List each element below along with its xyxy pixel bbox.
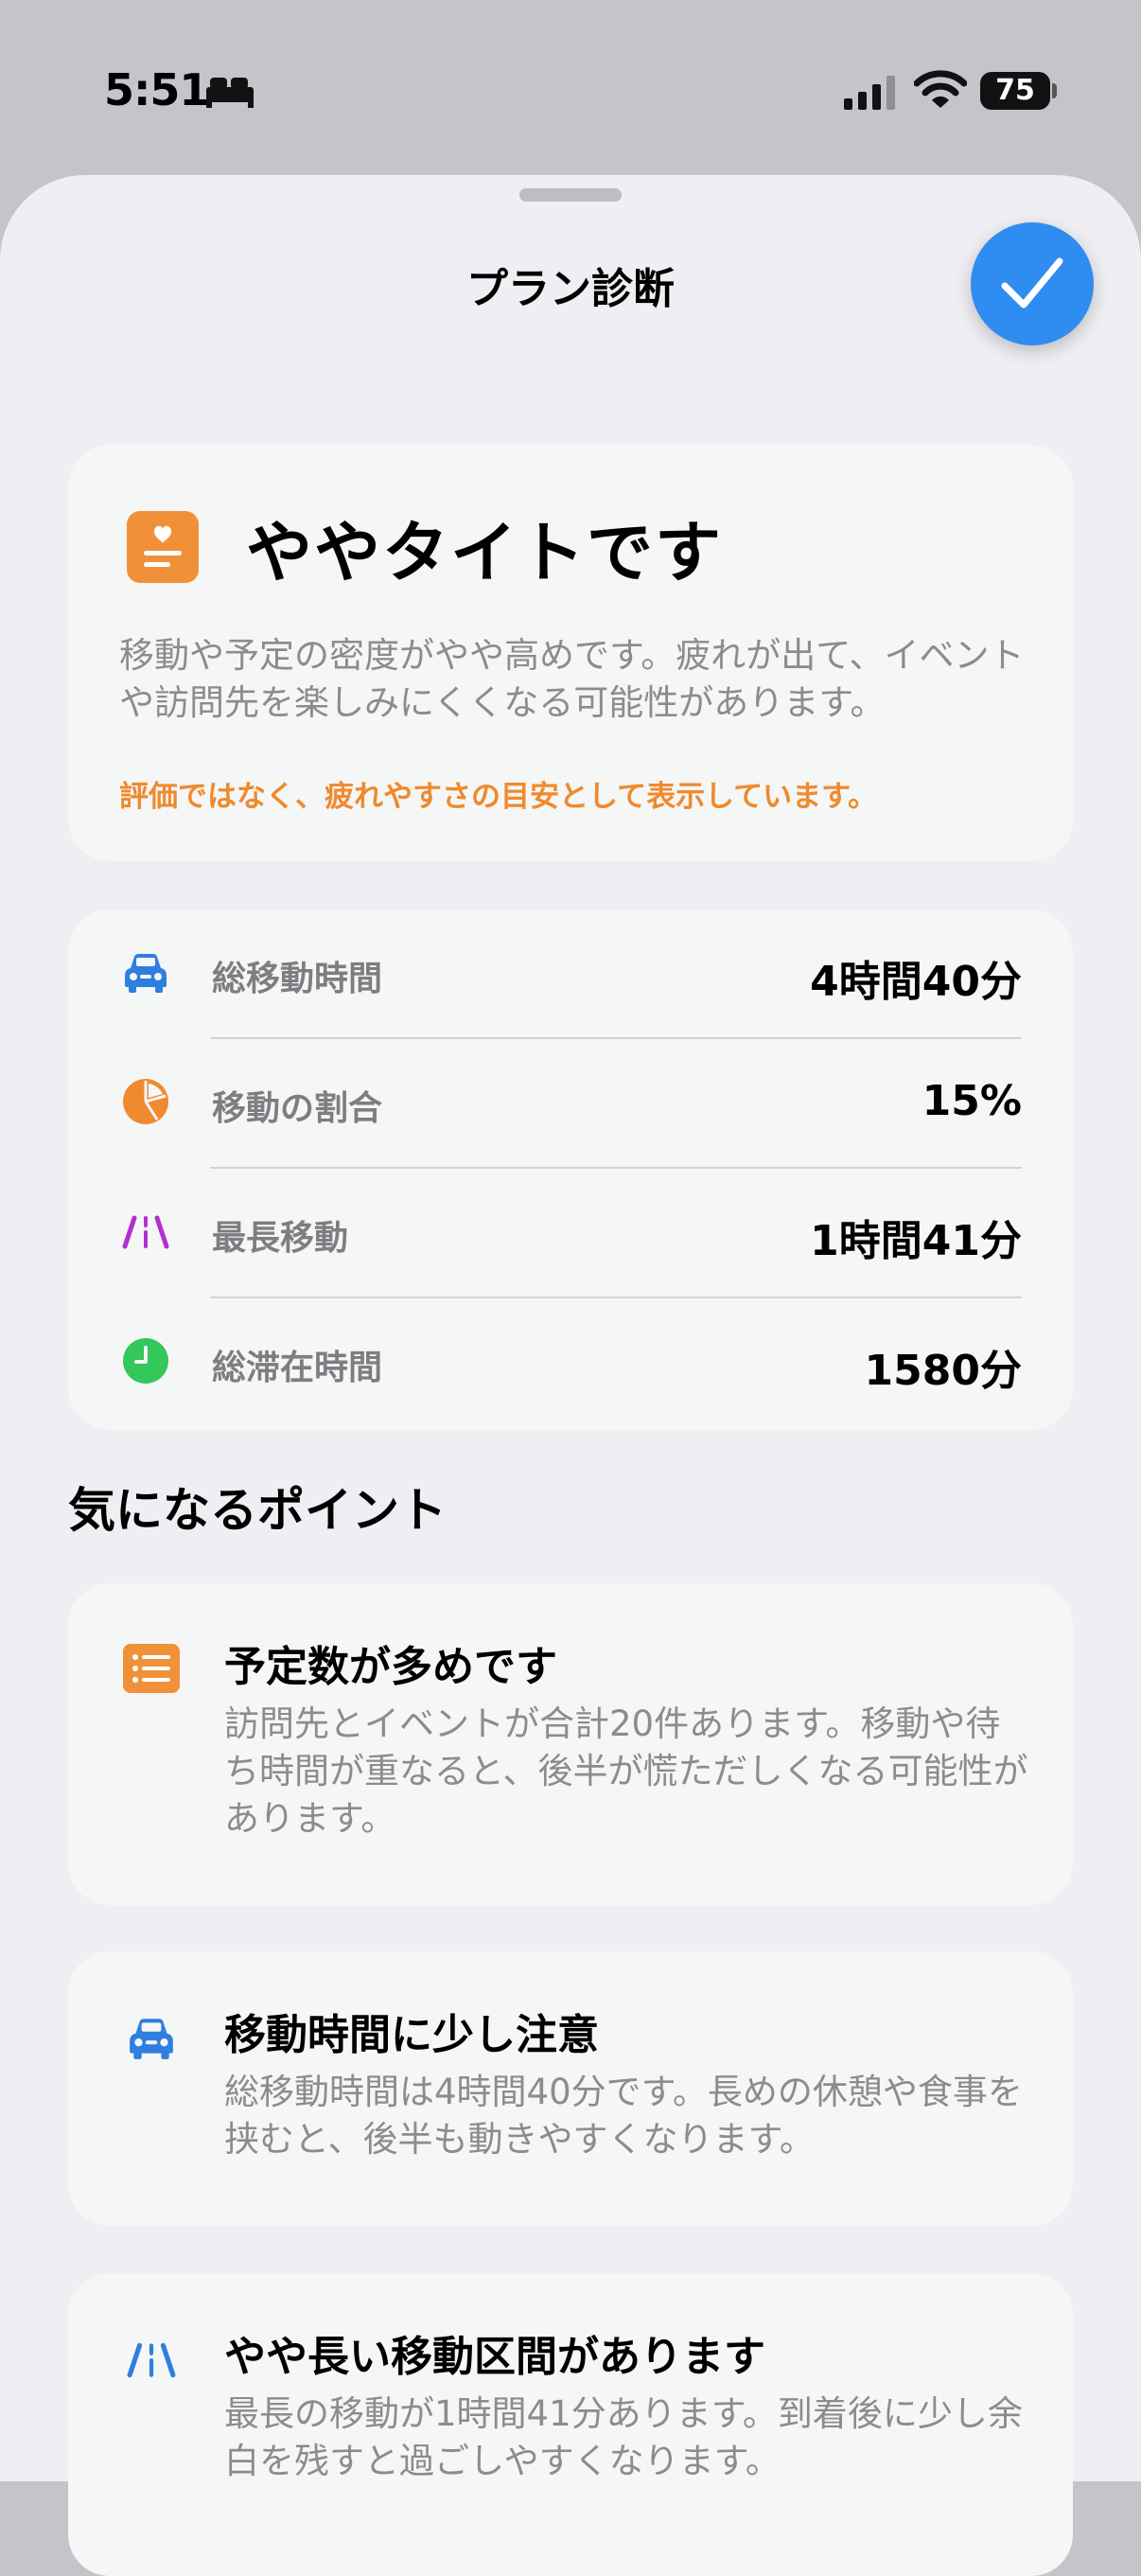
- point-title: 移動時間に少し注意: [224, 2011, 599, 2059]
- summary-title: ややタイトです: [246, 514, 723, 591]
- stats-card: 総移動時間 4時間40分 移動の割合 15% 最長移動 1時間41分 総滞在時間…: [68, 909, 1073, 1430]
- sheet-grabber[interactable]: [519, 188, 622, 202]
- road-icon: [127, 2342, 176, 2378]
- car-icon: [125, 954, 167, 993]
- stat-row-total-stay: 総滞在時間 1580分: [68, 1298, 1073, 1428]
- battery-cap: [1052, 83, 1057, 98]
- plan-diagnosis-sheet: プラン診断 ややタイトです 移動や予定の密度がやや高めです。疲れが出て、イベント…: [0, 175, 1141, 2576]
- point-card: やや長い移動区間があります 最長の移動が1時間41分あります。到着後に少し余白を…: [68, 2273, 1073, 2576]
- stat-label: 総移動時間: [212, 960, 383, 998]
- clock-icon: [123, 1338, 168, 1384]
- summary-description: 移動や予定の密度がやや高めです。疲れが出て、イベントや訪問先を楽しみにくくなる可…: [119, 635, 1025, 723]
- point-description: 総移動時間は4時間40分です。長めの休憩や食事を挟むと、後半も動きやすくなります…: [224, 2072, 1023, 2160]
- summary-note: 評価ではなく、疲れやすさの目安として表示しています。: [119, 780, 878, 814]
- summary-card: ややタイトです 移動や予定の密度がやや高めです。疲れが出て、イベントや訪問先を楽…: [68, 445, 1073, 861]
- wifi-icon: [914, 70, 967, 108]
- stat-label: 移動の割合: [212, 1089, 383, 1128]
- stat-row-travel-ratio: 移動の割合 15%: [68, 1039, 1073, 1169]
- stat-label: 総滞在時間: [212, 1349, 383, 1387]
- stat-value: 1580分: [864, 1347, 1022, 1395]
- point-card: 移動時間に少し注意 総移動時間は4時間40分です。長めの休憩や食事を挟むと、後半…: [68, 1951, 1073, 2226]
- status-bar: 5:51 75: [0, 0, 1141, 175]
- cellular-signal-icon: [844, 76, 895, 110]
- road-icon: [122, 1215, 169, 1249]
- status-time: 5:51: [104, 64, 209, 115]
- point-title: 予定数が多めです: [224, 1643, 557, 1691]
- point-description: 訪問先とイベントが合計20件あります。移動や待ち時間が重なると、後半が慌ただしく…: [224, 1703, 1028, 1839]
- point-title: やや長い移動区間があります: [224, 2333, 765, 2381]
- done-button[interactable]: [971, 222, 1094, 345]
- stat-value: 1時間41分: [810, 1217, 1022, 1265]
- battery-indicator: 75: [980, 72, 1050, 110]
- heart-document-icon: [127, 511, 199, 583]
- list-icon: [123, 1644, 180, 1693]
- points-section-title: 気になるポイント: [68, 1483, 447, 1538]
- stat-value: 4時間40分: [810, 958, 1022, 1006]
- stat-label: 最長移動: [212, 1219, 349, 1258]
- stat-value: 15%: [922, 1077, 1022, 1125]
- car-icon: [130, 2019, 173, 2059]
- stat-row-longest-travel: 最長移動 1時間41分: [68, 1169, 1073, 1298]
- checkmark-icon: [1001, 257, 1063, 309]
- point-card: 予定数が多めです 訪問先とイベントが合計20件あります。移動や待ち時間が重なると…: [68, 1583, 1073, 1905]
- pie-chart-icon: [123, 1079, 168, 1124]
- sleep-focus-icon: [206, 78, 254, 108]
- point-description: 最長の移動が1時間41分あります。到着後に少し余白を残すと過ごしやすくなります。: [224, 2393, 1023, 2481]
- stat-row-total-travel: 総移動時間 4時間40分: [68, 909, 1073, 1039]
